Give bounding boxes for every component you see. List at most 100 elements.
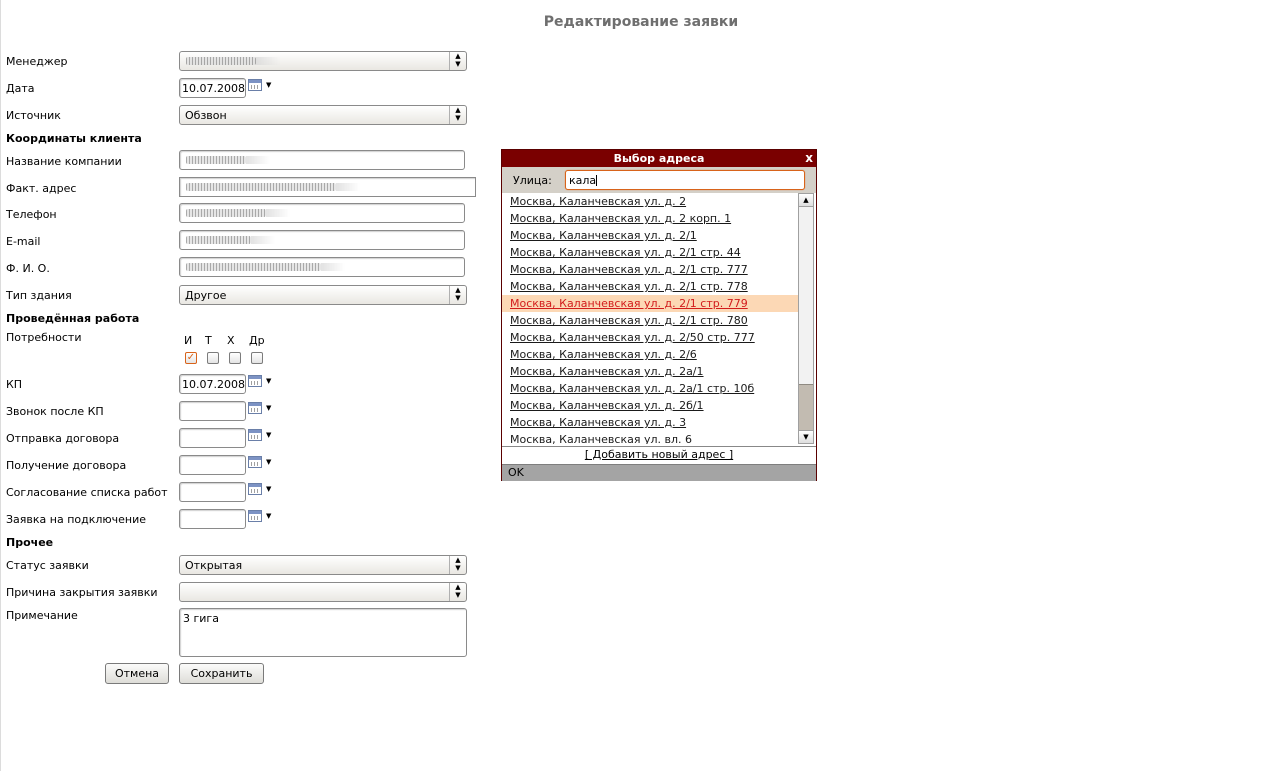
chevron-down-icon[interactable]: ▼ xyxy=(266,458,271,466)
scrollbar-thumb[interactable] xyxy=(799,384,813,431)
address-item[interactable]: Москва, Каланчевская ул. д. 2/1 стр. 780 xyxy=(502,312,798,329)
address-item[interactable]: Москва, Каланчевская ул. д. 3 xyxy=(502,414,798,431)
call-after-kp-input[interactable] xyxy=(179,401,246,421)
cancel-button[interactable]: Отмена xyxy=(105,663,169,684)
company-label: Название компании xyxy=(6,155,122,168)
ok-button[interactable]: OK xyxy=(508,466,524,479)
street-search-input[interactable]: кала xyxy=(565,170,805,190)
works-list-input[interactable] xyxy=(179,482,246,502)
address-item[interactable]: Москва, Каланчевская ул. д. 2/50 стр. 77… xyxy=(502,329,798,346)
email-label: E-mail xyxy=(6,235,41,248)
chevron-down-icon[interactable]: ▼ xyxy=(266,485,271,493)
status-label: Статус заявки xyxy=(6,559,89,572)
source-select[interactable]: Обзвон ▲ ▼ xyxy=(179,105,467,125)
call-after-kp-label: Звонок после КП xyxy=(6,405,104,418)
email-input[interactable] xyxy=(179,230,465,250)
need-dr-checkbox[interactable] xyxy=(251,352,263,364)
company-input[interactable] xyxy=(179,150,465,170)
address-item[interactable]: Москва, Каланчевская ул. вл. 6 xyxy=(502,431,798,444)
address-item[interactable]: Москва, Каланчевская ул. д. 2а/1 xyxy=(502,363,798,380)
fio-label: Ф. И. О. xyxy=(6,262,50,275)
calendar-icon[interactable] xyxy=(248,429,262,441)
building-select[interactable]: Другое ▲ ▼ xyxy=(179,285,467,305)
manager-select[interactable]: ▲ ▼ xyxy=(179,51,467,71)
need-h-label: Х xyxy=(227,334,235,347)
updown-arrow-icon: ▲ ▼ xyxy=(449,106,466,124)
address-picker-dialog: Выбор адреса x Улица: кала Москва, Калан… xyxy=(501,149,817,481)
address-item-highlighted[interactable]: Москва, Каланчевская ул. д. 2/1 стр. 779 xyxy=(502,295,798,312)
close-reason-label: Причина закрытия заявки xyxy=(6,586,158,599)
updown-arrow-icon: ▲ ▼ xyxy=(449,286,466,304)
redacted-value xyxy=(186,57,280,65)
address-item[interactable]: Москва, Каланчевская ул. д. 2/1 xyxy=(502,227,798,244)
calendar-icon[interactable] xyxy=(248,79,262,91)
page-title: Редактирование заявки xyxy=(543,14,739,30)
scroll-up-icon[interactable]: ▲ xyxy=(799,194,813,207)
redacted-value xyxy=(186,156,270,164)
date-input[interactable]: 10.07.2008 xyxy=(179,78,246,98)
chevron-down-icon[interactable]: ▼ xyxy=(266,404,271,412)
redacted-value xyxy=(186,236,275,244)
redacted-value xyxy=(186,263,345,271)
need-i-label: И xyxy=(184,334,193,347)
address-item[interactable]: Москва, Каланчевская ул. д. 2/1 стр. 44 xyxy=(502,244,798,261)
redacted-value xyxy=(186,209,290,217)
street-search-value: кала xyxy=(569,174,597,187)
needs-label: Потребности xyxy=(6,331,82,344)
calendar-icon[interactable] xyxy=(248,483,262,495)
address-item[interactable]: Москва, Каланчевская ул. д. 2/1 стр. 778 xyxy=(502,278,798,295)
chevron-down-icon[interactable]: ▼ xyxy=(266,377,271,385)
close-icon[interactable]: x xyxy=(805,150,813,167)
calendar-icon[interactable] xyxy=(248,456,262,468)
chevron-down-icon[interactable]: ▼ xyxy=(266,431,271,439)
phone-label: Телефон xyxy=(6,208,57,221)
status-value: Открытая xyxy=(185,559,243,572)
address-item[interactable]: Москва, Каланчевская ул. д. 2 корп. 1 xyxy=(502,210,798,227)
add-new-address-link[interactable]: [ Добавить новый адрес ] xyxy=(502,446,816,461)
source-value: Обзвон xyxy=(185,109,227,122)
need-t-label: Т xyxy=(205,334,212,347)
need-h-checkbox[interactable] xyxy=(229,352,241,364)
contract-sent-input[interactable] xyxy=(179,428,246,448)
calendar-icon[interactable] xyxy=(248,402,262,414)
contract-received-input[interactable] xyxy=(179,455,246,475)
address-list: Москва, Каланчевская ул. д. 2 Москва, Кал… xyxy=(502,193,798,444)
updown-arrow-icon: ▲ ▼ xyxy=(449,583,466,601)
calendar-icon[interactable] xyxy=(248,510,262,522)
address-item[interactable]: Москва, Каланчевская ул. д. 2а/1 стр. 10… xyxy=(502,380,798,397)
kp-date-input[interactable]: 10.07.2008 xyxy=(179,374,246,394)
contract-received-label: Получение договора xyxy=(6,459,127,472)
date-label: Дата xyxy=(6,82,35,95)
calendar-icon[interactable] xyxy=(248,375,262,387)
source-label: Источник xyxy=(6,109,61,122)
page-left-border xyxy=(0,0,1,771)
address-input[interactable] xyxy=(179,177,476,197)
address-item[interactable]: Москва, Каланчевская ул. д. 2/1 стр. 777 xyxy=(502,261,798,278)
status-select[interactable]: Открытая ▲ ▼ xyxy=(179,555,467,575)
scroll-down-icon[interactable]: ▼ xyxy=(799,430,813,443)
updown-arrow-icon: ▲ ▼ xyxy=(449,52,466,70)
address-list-scrollbar[interactable]: ▲ ▼ xyxy=(798,193,814,444)
chevron-down-icon[interactable]: ▼ xyxy=(266,512,271,520)
section-work-heading: Проведённая работа xyxy=(6,312,140,325)
connection-request-input[interactable] xyxy=(179,509,246,529)
need-i-checkbox[interactable]: ✓ xyxy=(185,352,197,364)
updown-arrow-icon: ▲ ▼ xyxy=(449,556,466,574)
need-t-checkbox[interactable] xyxy=(207,352,219,364)
address-item[interactable]: Москва, Каланчевская ул. д. 2б/1 xyxy=(502,397,798,414)
phone-input[interactable] xyxy=(179,203,465,223)
address-item[interactable]: Москва, Каланчевская ул. д. 2 xyxy=(502,193,798,210)
street-label: Улица: xyxy=(513,174,552,187)
building-value: Другое xyxy=(185,289,227,302)
chevron-down-icon[interactable]: ▼ xyxy=(266,81,271,89)
connection-request-label: Заявка на подключение xyxy=(6,513,147,526)
fio-input[interactable] xyxy=(179,257,465,277)
dialog-footer: OK xyxy=(502,464,816,481)
manager-label: Менеджер xyxy=(6,55,68,68)
close-reason-select[interactable]: ▲ ▼ xyxy=(179,582,467,602)
street-search-bar: Улица: кала xyxy=(502,167,816,193)
building-label: Тип здания xyxy=(6,289,72,302)
address-item[interactable]: Москва, Каланчевская ул. д. 2/6 xyxy=(502,346,798,363)
save-button[interactable]: Сохранить xyxy=(179,663,264,684)
note-textarea[interactable]: 3 гига xyxy=(179,608,467,657)
